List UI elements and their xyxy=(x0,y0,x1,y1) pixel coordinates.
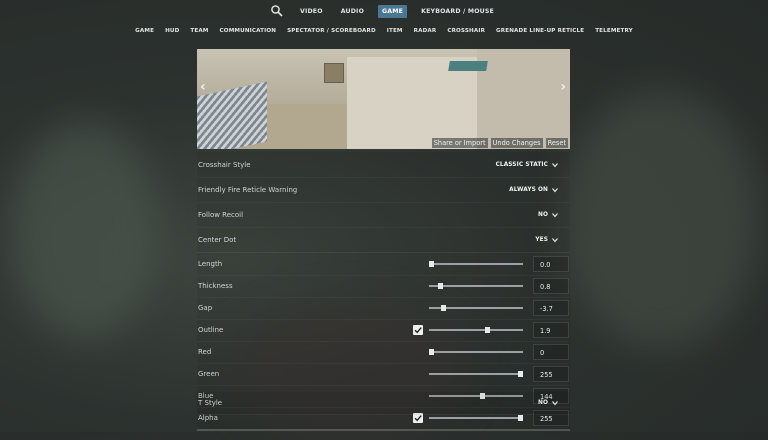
friendly-fire-dropdown[interactable]: ALWAYS ON xyxy=(509,187,558,193)
tab-game[interactable]: GAME xyxy=(378,4,408,18)
slider-thumb[interactable] xyxy=(518,371,524,377)
chevron-down-icon xyxy=(552,212,558,217)
friendly-fire-label: Friendly Fire Reticle Warning xyxy=(198,185,298,194)
undo-changes-button[interactable]: Undo Changes xyxy=(490,138,543,148)
t-style-label: T Style xyxy=(198,399,223,407)
tab-audio[interactable]: AUDIO xyxy=(337,5,368,18)
friendly-fire-row: Friendly Fire Reticle Warning ALWAYS ON xyxy=(197,177,570,203)
length-row: Length 0.0 xyxy=(197,253,570,276)
subtab-communication[interactable]: COMMUNICATION xyxy=(220,28,277,34)
preview-scene xyxy=(448,61,488,71)
preview-actions: Share or Import Undo Changes Reset xyxy=(431,138,568,148)
gap-row: Gap -3.7 xyxy=(197,297,570,320)
slider-thumb[interactable] xyxy=(438,283,444,289)
alpha-label: Alpha xyxy=(198,414,218,422)
slider-thumb[interactable] xyxy=(518,415,524,421)
outline-slider[interactable] xyxy=(429,327,523,333)
crosshair-preview: ‹ › Share or Import Undo Changes Reset xyxy=(197,49,570,149)
subtab-grenade-line-up-reticle[interactable]: GRENADE LINE-UP RETICLE xyxy=(496,28,584,34)
crosshair-style-value: CLASSIC STATIC xyxy=(495,161,548,168)
sub-nav: GAME HUD TEAM COMMUNICATION SPECTATOR / … xyxy=(0,24,768,38)
subtab-spectator-scoreboard[interactable]: SPECTATOR / SCOREBOARD xyxy=(287,28,376,34)
subtab-radar[interactable]: RADAR xyxy=(414,28,437,34)
preview-scene xyxy=(477,49,570,149)
subtab-game[interactable]: GAME xyxy=(135,28,154,34)
outline-value-field[interactable]: 1.9 xyxy=(533,322,569,338)
length-value: 0.0 xyxy=(540,261,551,269)
t-style-row: T Style NO xyxy=(197,392,570,415)
background-blur xyxy=(560,90,760,350)
subtab-item[interactable]: ITEM xyxy=(387,28,403,34)
green-value-field[interactable]: 255 xyxy=(533,366,569,382)
red-label: Red xyxy=(198,348,212,356)
crosshair-style-dropdown[interactable]: CLASSIC STATIC xyxy=(496,162,558,168)
crosshair-style-label: Crosshair Style xyxy=(198,160,251,169)
red-row: Red 0 xyxy=(197,341,570,364)
center-dot-value: YES xyxy=(535,236,548,243)
alpha-slider[interactable] xyxy=(429,415,524,421)
next-preview-arrow-icon[interactable]: › xyxy=(560,79,566,95)
preview-scene xyxy=(324,63,344,83)
top-nav: VIDEO AUDIO GAME KEYBOARD / MOUSE xyxy=(0,0,768,22)
center-dot-dropdown[interactable]: YES xyxy=(535,237,558,243)
green-value: 255 xyxy=(540,371,553,379)
subtab-team[interactable]: TEAM xyxy=(190,28,208,34)
chevron-down-icon xyxy=(552,237,558,242)
follow-recoil-label: Follow Recoil xyxy=(198,210,244,219)
slider-thumb[interactable] xyxy=(485,327,491,333)
thickness-row: Thickness 0.8 xyxy=(197,275,570,298)
follow-recoil-dropdown[interactable]: NO xyxy=(538,212,558,218)
thickness-label: Thickness xyxy=(198,282,233,290)
subtab-telemetry[interactable]: TELEMETRY xyxy=(595,28,633,34)
outline-row: Outline 1.9 xyxy=(197,319,570,342)
length-value-field[interactable]: 0.0 xyxy=(533,256,569,272)
green-label: Green xyxy=(198,370,220,378)
friendly-fire-value: ALWAYS ON xyxy=(509,186,548,193)
slider-thumb[interactable] xyxy=(428,261,434,267)
center-dot-row: Center Dot YES xyxy=(197,227,570,253)
chevron-down-icon xyxy=(552,187,558,192)
follow-recoil-row: Follow Recoil NO xyxy=(197,202,570,228)
t-style-value: NO xyxy=(538,400,548,406)
red-value-field[interactable]: 0 xyxy=(533,344,569,360)
t-style-dropdown[interactable]: NO xyxy=(538,400,558,406)
section-divider xyxy=(197,429,570,431)
center-dot-label: Center Dot xyxy=(198,235,237,244)
slider-thumb[interactable] xyxy=(441,305,447,311)
chevron-down-icon xyxy=(552,401,558,406)
share-or-import-button[interactable]: Share or Import xyxy=(431,138,488,148)
gap-slider[interactable] xyxy=(429,305,523,311)
green-row: Green 255 xyxy=(197,363,570,386)
thickness-slider[interactable] xyxy=(429,283,523,289)
preview-scene xyxy=(197,81,267,149)
thickness-value: 0.8 xyxy=(540,283,551,291)
red-slider[interactable] xyxy=(428,349,523,355)
slider-thumb[interactable] xyxy=(428,349,434,355)
crosshair-settings-panel: ‹ › Share or Import Undo Changes Reset C… xyxy=(197,42,570,432)
gap-value: -3.7 xyxy=(540,305,553,313)
subtab-hud[interactable]: HUD xyxy=(165,28,179,34)
follow-recoil-value: NO xyxy=(538,211,548,218)
thickness-value-field[interactable]: 0.8 xyxy=(533,278,569,294)
reset-button[interactable]: Reset xyxy=(545,138,568,148)
outline-value: 1.9 xyxy=(540,327,551,335)
green-slider[interactable] xyxy=(429,371,524,377)
length-slider[interactable] xyxy=(428,261,523,267)
background-blur xyxy=(10,120,160,340)
red-value: 0 xyxy=(540,349,545,357)
length-label: Length xyxy=(198,260,223,268)
tab-keyboard-mouse[interactable]: KEYBOARD / MOUSE xyxy=(417,5,498,18)
prev-preview-arrow-icon[interactable]: ‹ xyxy=(200,79,206,95)
crosshair-style-row: Crosshair Style CLASSIC STATIC xyxy=(197,152,570,178)
checkmark-icon xyxy=(414,327,422,334)
tab-video[interactable]: VIDEO xyxy=(296,5,327,18)
gap-label: Gap xyxy=(198,304,213,312)
outline-label: Outline xyxy=(198,326,224,334)
alpha-value: 255 xyxy=(540,415,553,423)
chevron-down-icon xyxy=(552,162,558,167)
outline-checkbox[interactable] xyxy=(413,325,423,335)
gap-value-field[interactable]: -3.7 xyxy=(533,300,569,316)
subtab-crosshair[interactable]: CROSSHAIR xyxy=(447,28,485,34)
search-icon[interactable] xyxy=(270,4,284,18)
